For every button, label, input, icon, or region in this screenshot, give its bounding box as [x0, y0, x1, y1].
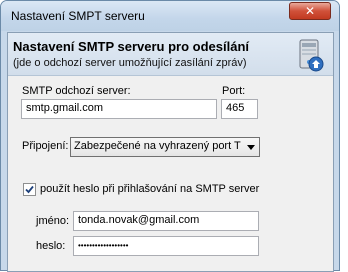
header-title: Nastavení SMTP serveru pro odesílání [13, 39, 250, 54]
close-button[interactable]: ✕ [289, 2, 331, 20]
smtp-server-label: SMTP odchozí server: [22, 85, 131, 97]
header-subtitle: (jde o odchozí server umožňující zasílán… [13, 57, 247, 69]
header-band: Nastavení SMTP serveru pro odesílání (jd… [8, 33, 333, 76]
auth-checkbox[interactable] [23, 183, 36, 196]
connection-select[interactable]: Zabezpečené na vyhrazený port T [70, 137, 260, 157]
connection-label: Připojení: [22, 140, 69, 152]
window-title: Nastavení SMPT serveru [11, 9, 145, 23]
server-icon [299, 39, 324, 72]
smtp-server-input[interactable]: smtp.gmail.com [21, 99, 217, 119]
dialog-window: Nastavení SMPT serveru ✕ Nastavení SMTP … [0, 0, 340, 272]
auth-checkbox-label[interactable]: použít heslo při přihlašování na SMTP se… [40, 183, 259, 195]
close-icon: ✕ [304, 4, 316, 18]
port-label: Port: [222, 85, 246, 97]
title-bar[interactable]: Nastavení SMPT serveru ✕ [1, 1, 339, 31]
password-input[interactable]: •••••••••••••••••• [73, 236, 259, 256]
chevron-down-icon [247, 145, 255, 150]
dialog-body: Nastavení SMTP serveru pro odesílání (jd… [7, 32, 334, 272]
username-label: jméno: [36, 215, 70, 227]
checkmark-icon [25, 185, 34, 194]
port-input[interactable]: 465 [221, 99, 258, 119]
password-label: heslo: [36, 240, 66, 252]
username-input[interactable]: tonda.novak@gmail.com [73, 211, 259, 231]
connection-select-value: Zabezpečené na vyhrazený port T [74, 140, 241, 152]
